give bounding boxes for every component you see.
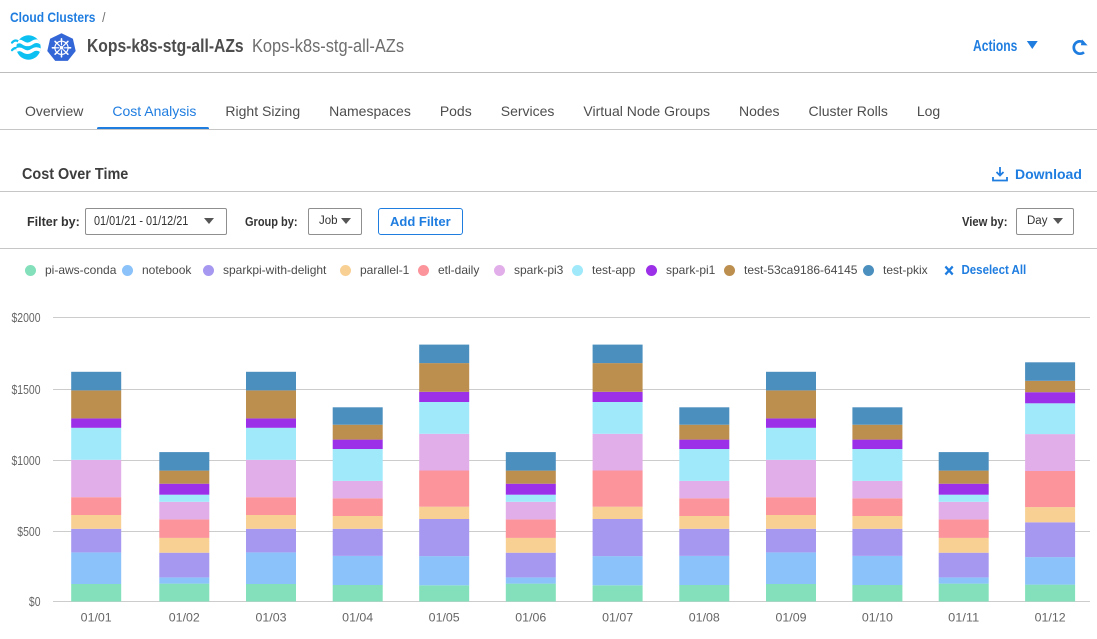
- svg-text:$1500: $1500: [12, 383, 41, 397]
- svg-text:01/09: 01/09: [776, 611, 807, 625]
- svg-text:01/04: 01/04: [342, 611, 373, 625]
- svg-text:01/08: 01/08: [689, 611, 720, 625]
- svg-text:01/02: 01/02: [169, 611, 200, 625]
- svg-text:$0: $0: [29, 595, 41, 609]
- svg-text:01/07: 01/07: [602, 611, 633, 625]
- svg-text:01/10: 01/10: [862, 611, 893, 625]
- svg-text:01/01: 01/01: [81, 611, 112, 625]
- svg-text:01/03: 01/03: [256, 611, 287, 625]
- svg-text:$1000: $1000: [12, 454, 41, 468]
- svg-text:01/11: 01/11: [948, 611, 979, 625]
- svg-text:01/12: 01/12: [1035, 611, 1066, 625]
- svg-text:01/05: 01/05: [429, 611, 460, 625]
- svg-text:$500: $500: [17, 525, 40, 539]
- svg-text:01/06: 01/06: [515, 611, 546, 625]
- svg-text:$2000: $2000: [12, 311, 41, 325]
